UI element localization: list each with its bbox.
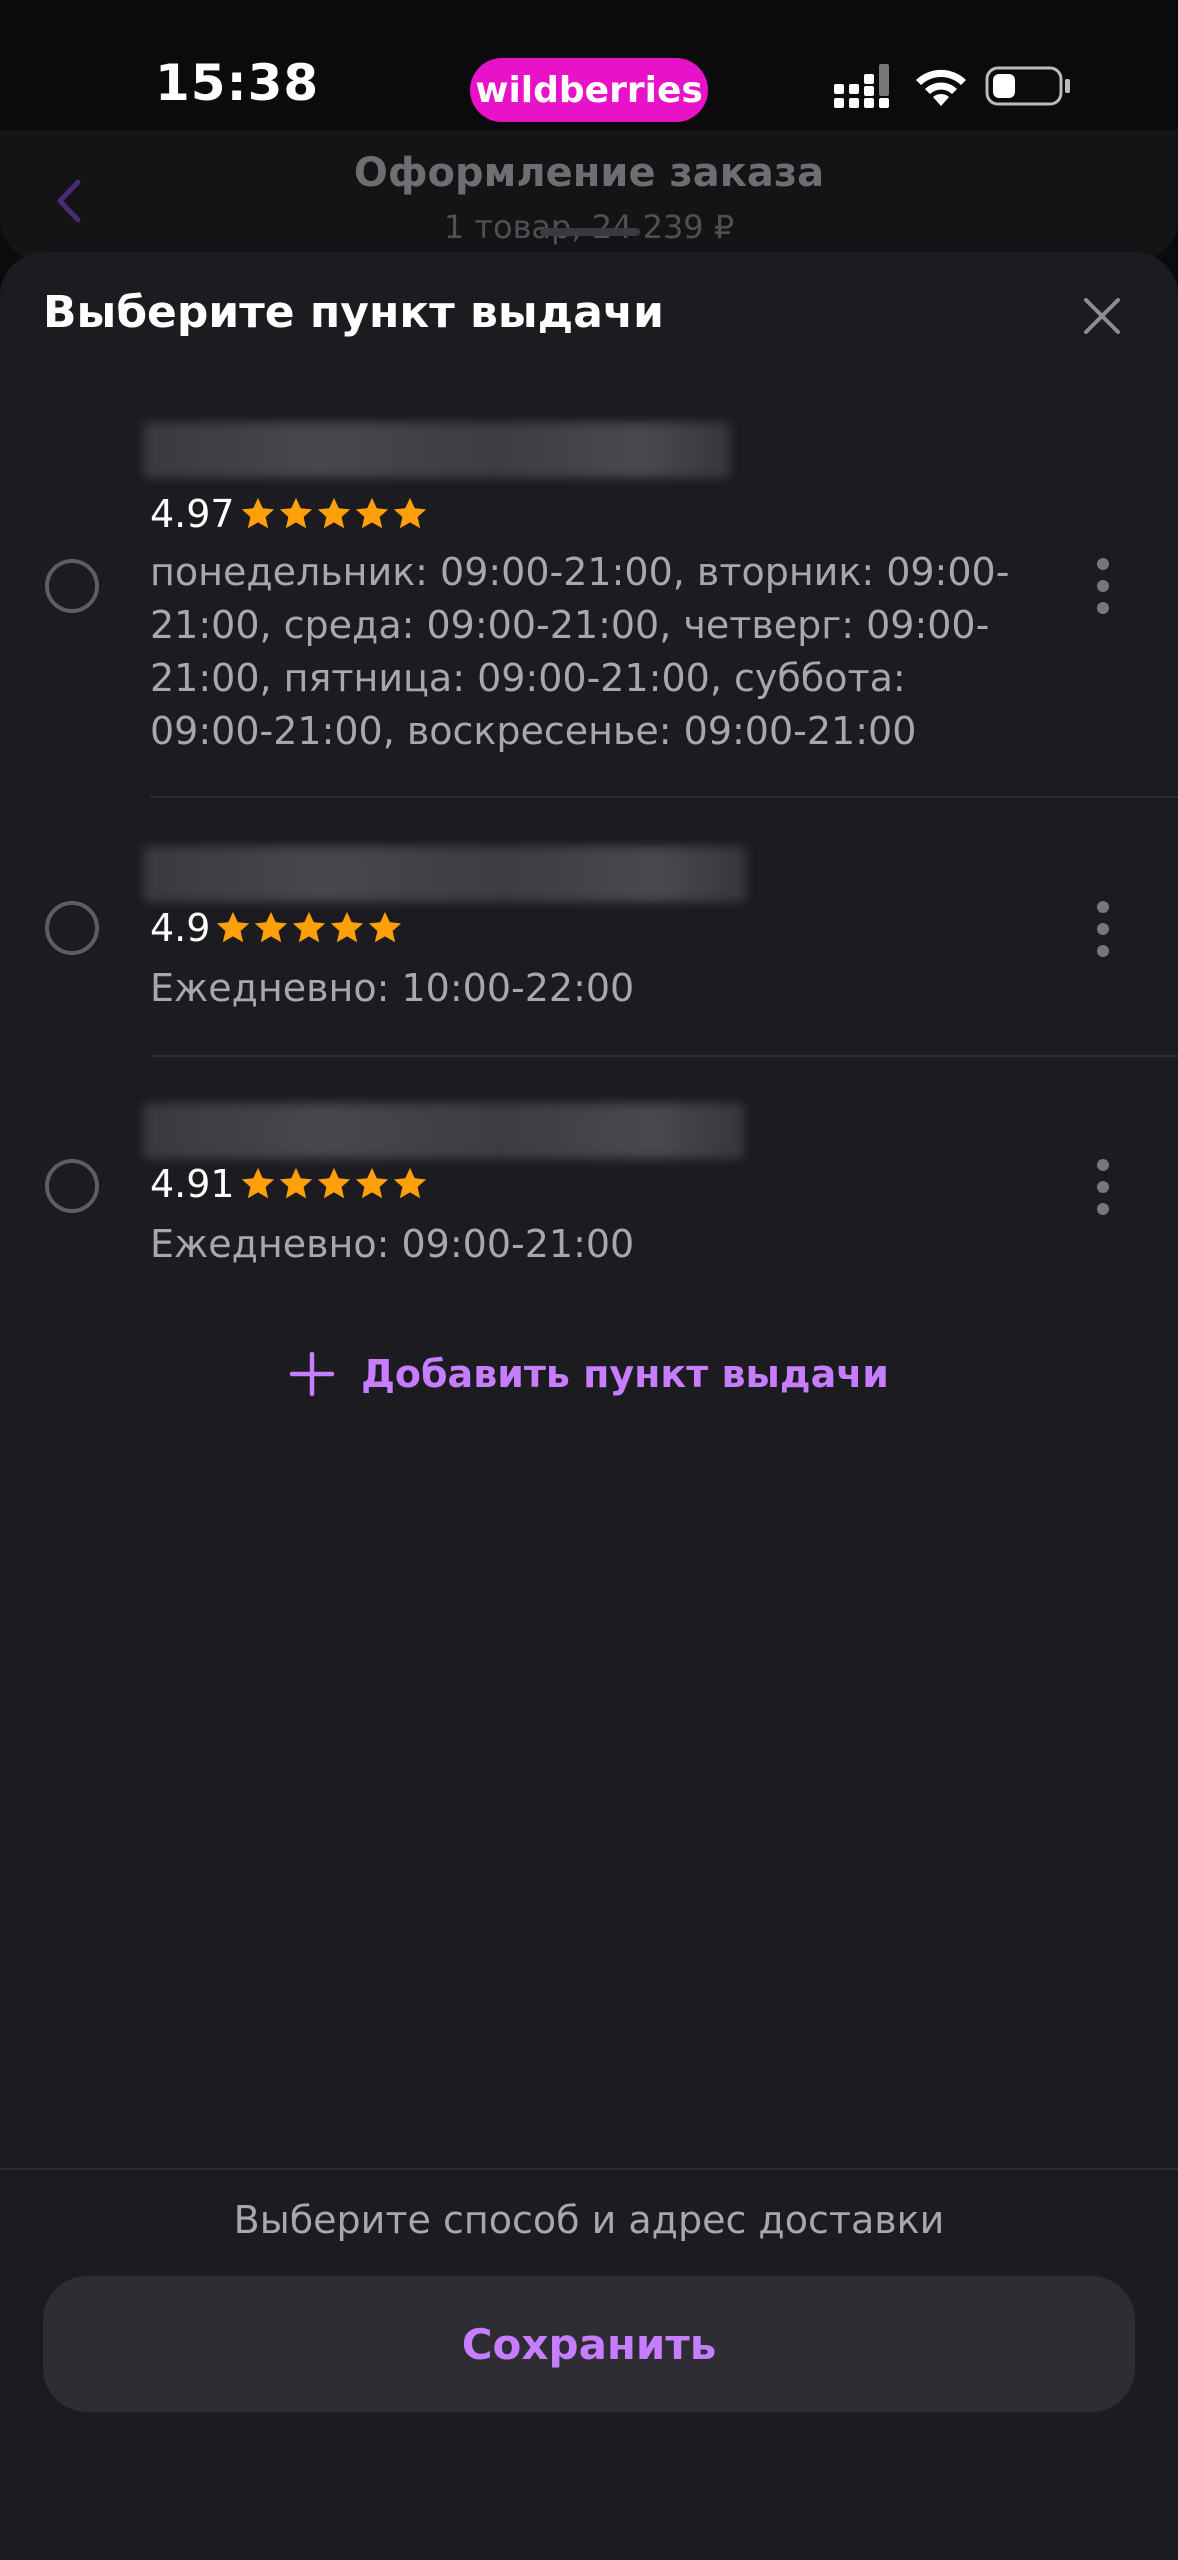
pickup-radio[interactable] — [45, 559, 99, 613]
pickup-radio[interactable] — [45, 1159, 99, 1213]
pickup-radio[interactable] — [45, 901, 99, 955]
divider — [150, 1055, 1178, 1057]
save-button[interactable]: Сохранить — [43, 2276, 1135, 2412]
star-icon — [393, 497, 426, 529]
star-icon — [241, 1167, 274, 1199]
star-icon — [369, 911, 402, 943]
pickup-address-redacted — [143, 422, 730, 478]
star-icon — [293, 911, 326, 943]
wifi-icon — [916, 69, 966, 106]
close-icon[interactable] — [1082, 296, 1122, 336]
battery-icon — [985, 66, 1070, 106]
star-icon — [331, 911, 364, 943]
pickup-hours: Ежедневно: 10:00-22:00 — [150, 966, 635, 1010]
pickup-hours: понедельник: 09:00-21:00, вторник: 09:00… — [150, 550, 1010, 753]
star-icon — [355, 1167, 388, 1199]
rating-stars — [214, 909, 404, 947]
star-icon — [217, 911, 250, 943]
pickup-point-item[interactable]: 4.91 Ежедневно: 09:00-21:00 — [0, 1103, 1178, 1266]
delivery-hint: Выберите способ и адрес доставки — [233, 2198, 945, 2242]
pickup-point-item[interactable]: 4.9 Ежедневно: 10:00-22:00 — [0, 846, 1178, 1010]
pickup-address-redacted — [143, 1103, 744, 1159]
rating-row: 4.9 — [150, 906, 404, 950]
order-subtitle: 1 товар, 24 239 ₽ — [443, 208, 735, 246]
rating-stars — [239, 495, 429, 533]
divider — [150, 796, 1178, 798]
star-icon — [355, 497, 388, 529]
more-vertical-icon[interactable] — [1093, 558, 1113, 618]
rating-value: 4.9 — [150, 906, 211, 950]
status-time: 15:38 — [155, 54, 320, 112]
footer-divider — [0, 2168, 1178, 2170]
more-vertical-icon[interactable] — [1093, 901, 1113, 961]
pickup-point-item[interactable]: 4.97 понедельник: 09:00-21:00, вторник: … — [0, 422, 1178, 753]
star-icon — [279, 1167, 312, 1199]
more-vertical-icon[interactable] — [1093, 1159, 1113, 1219]
plus-icon — [289, 1351, 335, 1397]
rating-row: 4.91 — [150, 1162, 429, 1206]
brand-logo: wildberries — [470, 58, 708, 122]
star-icon — [317, 1167, 350, 1199]
signal-icon — [834, 64, 889, 108]
pickup-address-redacted — [143, 846, 746, 902]
pickup-sheet: Выберите пункт выдачи 4.97 понедельник: … — [0, 252, 1178, 2560]
star-icon — [241, 497, 274, 529]
star-icon — [255, 911, 288, 943]
add-pickup-label: Добавить пункт выдачи — [361, 1352, 889, 1396]
order-title: Оформление заказа — [353, 150, 825, 196]
add-pickup-button[interactable]: Добавить пункт выдачи — [0, 1351, 1178, 1397]
rating-value: 4.97 — [150, 492, 235, 536]
sheet-title: Выберите пункт выдачи — [43, 287, 664, 338]
star-icon — [279, 497, 312, 529]
price-strikethrough — [540, 228, 640, 236]
star-icon — [393, 1167, 426, 1199]
pickup-hours: Ежедневно: 09:00-21:00 — [150, 1222, 635, 1266]
rating-value: 4.91 — [150, 1162, 235, 1206]
rating-row: 4.97 — [150, 492, 429, 536]
star-icon — [317, 497, 350, 529]
rating-stars — [239, 1165, 429, 1203]
